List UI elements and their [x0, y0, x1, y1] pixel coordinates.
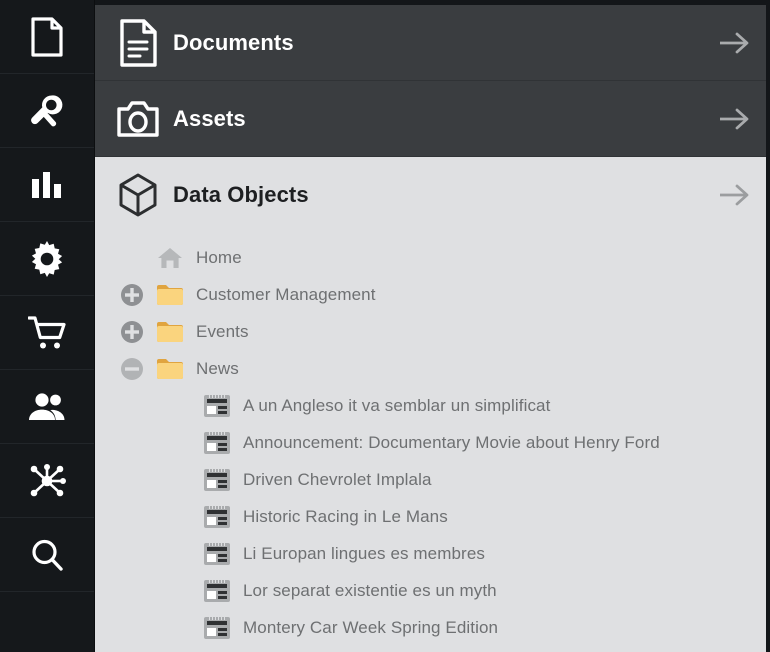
tree-node-label: Announcement: Documentary Movie about He… — [243, 432, 660, 452]
section-header-assets[interactable]: Assets — [95, 81, 766, 157]
primary-nav-rail — [0, 0, 95, 652]
search-icon — [29, 537, 65, 573]
tree-row-object[interactable]: Announcement: Documentary Movie about He… — [95, 424, 766, 461]
document-lines-icon — [109, 18, 167, 67]
tree-row-events[interactable]: Events — [95, 313, 766, 350]
tree-row-object[interactable]: A un Angleso it va semblar un simplifica… — [95, 387, 766, 424]
wrench-icon — [28, 92, 66, 130]
app-window: Documents Assets Data Objects Home Custo… — [0, 0, 770, 652]
rail-item-documents[interactable] — [0, 0, 94, 74]
arrow-right-icon[interactable] — [718, 105, 750, 133]
section-header-documents[interactable]: Documents — [95, 5, 766, 81]
camera-icon — [109, 99, 167, 139]
arrow-right-icon[interactable] — [718, 29, 750, 57]
shopping-cart-icon — [28, 315, 66, 350]
tree-node-label: Events — [196, 321, 249, 341]
users-icon — [28, 392, 66, 422]
rail-empty-space — [0, 592, 94, 652]
data-object-icon — [200, 579, 234, 602]
expand-plus-icon[interactable] — [111, 283, 153, 307]
tree-node-label: Driven Chevrolet Implala — [243, 469, 432, 489]
data-object-icon — [200, 505, 234, 528]
cube-icon — [109, 172, 167, 218]
data-object-icon — [200, 616, 234, 639]
tree-node-label: Montery Car Week Spring Edition — [243, 617, 499, 637]
tree-node-label: A un Angleso it va semblar un simplifica… — [243, 395, 551, 415]
folder-icon — [153, 284, 187, 306]
rail-item-tools[interactable] — [0, 74, 94, 148]
tree-node-label: Home — [196, 247, 242, 267]
data-object-icon — [200, 431, 234, 454]
rail-item-reports[interactable] — [0, 148, 94, 222]
section-title: Documents — [173, 29, 294, 55]
tree-row-object[interactable]: Montery Car Week Spring Edition — [95, 609, 766, 646]
home-icon — [153, 246, 187, 270]
tree-row-news[interactable]: News — [95, 350, 766, 387]
data-object-icon — [200, 468, 234, 491]
arrow-right-icon[interactable] — [718, 181, 750, 209]
rail-item-search[interactable] — [0, 518, 94, 592]
rail-item-data-hub[interactable] — [0, 444, 94, 518]
tree-row-object[interactable]: Historic Racing in Le Mans — [95, 498, 766, 535]
section-title: Data Objects — [173, 182, 309, 207]
collapse-minus-icon[interactable] — [111, 357, 153, 381]
tree-row-home[interactable]: Home — [95, 239, 766, 276]
tree-row-object[interactable]: Lor separat existentie es un myth — [95, 572, 766, 609]
content-panel: Documents Assets Data Objects Home Custo… — [95, 0, 770, 652]
tree-node-label: Customer Management — [196, 284, 376, 304]
data-object-icon — [200, 394, 234, 417]
rail-item-commerce[interactable] — [0, 296, 94, 370]
gear-icon — [29, 240, 65, 277]
data-object-icon — [200, 542, 234, 565]
section-title: Assets — [173, 105, 246, 131]
tree-node-label: Li Europan lingues es membres — [243, 543, 485, 563]
expand-plus-icon[interactable] — [111, 320, 153, 344]
tree-node-label: Lor separat existentie es un myth — [243, 580, 497, 600]
data-objects-tree: Home Customer Management Events News A u… — [95, 233, 766, 652]
tree-row-object[interactable]: Driven Chevrolet Implala — [95, 461, 766, 498]
tree-row-customer-management[interactable]: Customer Management — [95, 276, 766, 313]
tree-node-label: Historic Racing in Le Mans — [243, 506, 448, 526]
rail-item-customers[interactable] — [0, 370, 94, 444]
section-header-data-objects[interactable]: Data Objects — [95, 157, 766, 233]
bar-chart-icon — [30, 170, 64, 200]
tree-node-label: News — [196, 358, 239, 378]
document-icon — [30, 16, 64, 57]
folder-icon — [153, 321, 187, 343]
network-hub-icon — [28, 463, 66, 499]
rail-item-settings[interactable] — [0, 222, 94, 296]
tree-row-object[interactable]: Li Europan lingues es membres — [95, 535, 766, 572]
folder-icon — [153, 358, 187, 380]
